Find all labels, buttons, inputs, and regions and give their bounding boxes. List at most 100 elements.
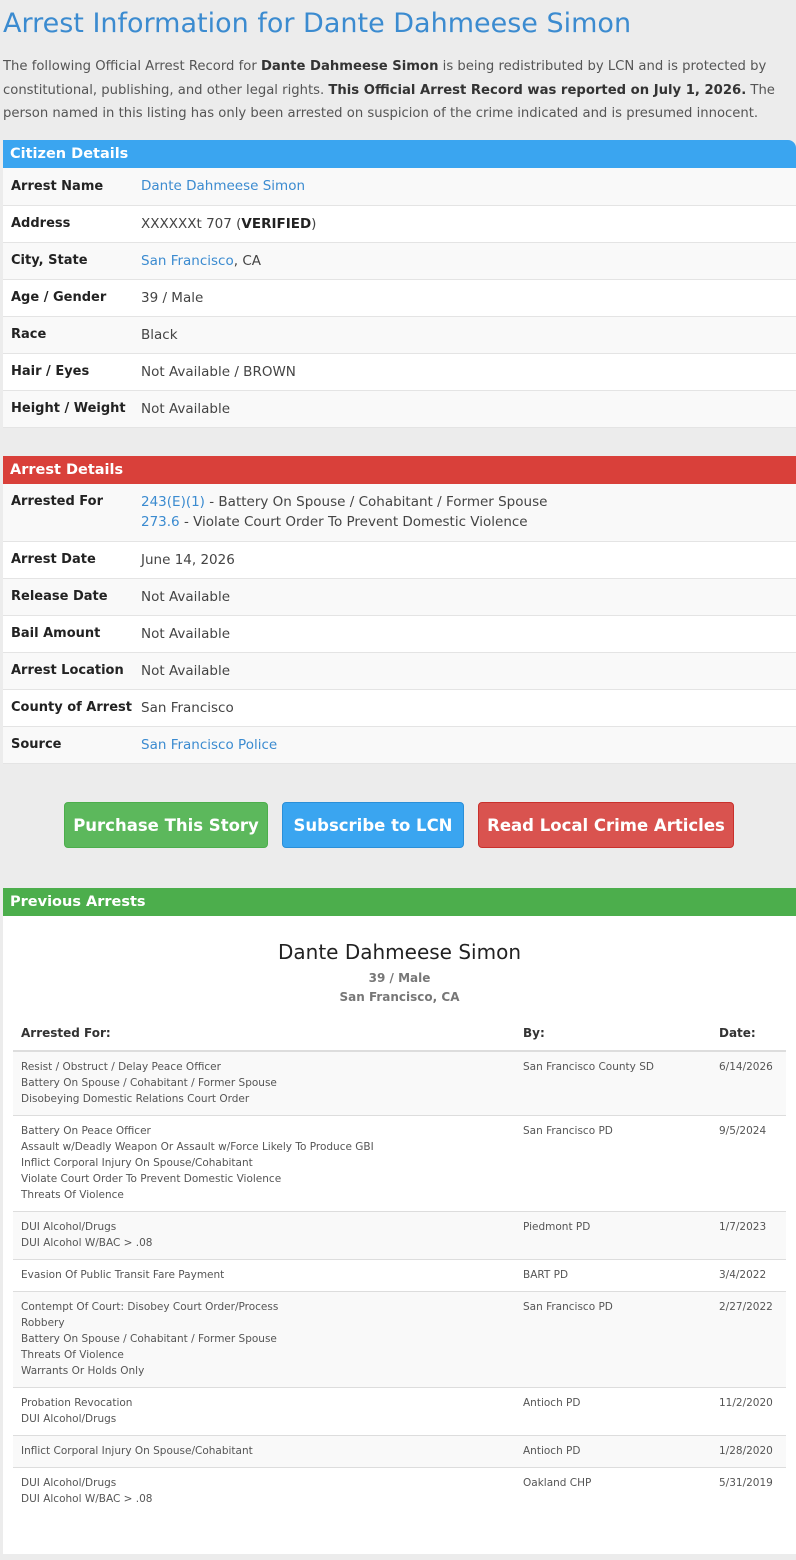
- intro-reported: This Official Arrest Record was reported…: [328, 82, 747, 98]
- detail-label: Release Date: [3, 578, 133, 616]
- detail-row: City, State San Francisco, CA: [3, 242, 796, 280]
- charge-item: Probation Revocation: [21, 1397, 133, 1409]
- detail-label: Arrest Name: [3, 168, 133, 206]
- page-title: Arrest Information for Dante Dahmeese Si…: [3, 8, 632, 39]
- charge-code-link[interactable]: 273.6: [141, 514, 180, 530]
- charge-item: DUI Alcohol/Drugs: [21, 1477, 117, 1489]
- column-header-date: Date:: [711, 1018, 786, 1052]
- detail-label: Race: [3, 316, 133, 354]
- arresting-agency-cell: Antioch PD: [515, 1387, 711, 1436]
- table-row: DUI Alcohol/Drugs DUI Alcohol W/BAC > .08…: [13, 1211, 786, 1260]
- arresting-agency-cell: San Francisco PD: [515, 1291, 711, 1388]
- table-row: Battery On Peace Officer Assault w/Deadly…: [13, 1115, 786, 1212]
- intro-name: Dante Dahmeese Simon: [260, 59, 439, 74]
- detail-label: County of Arrest: [3, 689, 133, 727]
- detail-row: Arrest Date June 14, 2026: [3, 541, 796, 579]
- arrested-for-value: 243(E)(1) - Battery On Spouse / Cohabita…: [133, 484, 796, 542]
- detail-label: Age / Gender: [3, 279, 133, 317]
- detail-label: City, State: [3, 242, 133, 280]
- arresting-agency-cell: Piedmont PD: [515, 1211, 711, 1260]
- arresting-agency-cell: BART PD: [515, 1259, 711, 1292]
- charge-item: Warrants Or Holds Only: [21, 1365, 145, 1377]
- charge-item: Violate Court Order To Prevent Domestic …: [21, 1173, 282, 1185]
- arrest-date-cell: 1/7/2023: [711, 1211, 786, 1260]
- arrest-location-value: Not Available: [133, 652, 796, 690]
- detail-label: Address: [3, 205, 133, 243]
- charge-item: Contempt Of Court: Disobey Court Order/P…: [21, 1301, 279, 1313]
- address-close: ): [311, 215, 317, 232]
- arrest-charges-cell: Resist / Obstruct / Delay Peace Officer B…: [13, 1051, 515, 1116]
- verified-badge: VERIFIED: [241, 215, 312, 232]
- arrest-date-value: June 14, 2026: [133, 541, 796, 579]
- charge-item: DUI Alcohol/Drugs: [21, 1413, 117, 1425]
- arrest-details-table: Arrested For 243(E)(1) - Battery On Spou…: [3, 484, 796, 764]
- detail-row: Race Black: [3, 316, 796, 354]
- age-gender-value: 39 / Male: [133, 279, 796, 317]
- charge-item: Disobeying Domestic Relations Court Orde…: [21, 1093, 250, 1105]
- arresting-agency-cell: Oakland CHP: [515, 1467, 711, 1515]
- arrest-date-cell: 6/14/2026: [711, 1051, 786, 1116]
- charge-item: Battery On Peace Officer: [21, 1125, 151, 1137]
- subscribe-button[interactable]: Subscribe to LCN: [282, 802, 464, 848]
- arrest-details-heading: Arrest Details: [3, 456, 796, 484]
- detail-row: Age / Gender 39 / Male: [3, 279, 796, 317]
- hair-eyes-value: Not Available / BROWN: [133, 353, 796, 391]
- read-articles-button[interactable]: Read Local Crime Articles: [478, 802, 734, 848]
- charge-item: Inflict Corporal Injury On Spouse/Cohabi…: [21, 1157, 253, 1169]
- arrest-date-cell: 11/2/2020: [711, 1387, 786, 1436]
- arrest-charges-cell: Evasion Of Public Transit Fare Payment: [13, 1259, 515, 1292]
- detail-row: Hair / Eyes Not Available / BROWN: [3, 353, 796, 391]
- previous-name: Dante Dahmeese Simon: [278, 940, 521, 964]
- source-link[interactable]: San Francisco Police: [141, 737, 277, 753]
- charge-code-link[interactable]: 243(E)(1): [141, 494, 205, 510]
- charge-item: DUI Alcohol W/BAC > .08: [21, 1493, 153, 1505]
- detail-row: Address XXXXXXt 707 (VERIFIED): [3, 205, 796, 243]
- previous-age-gender: 39 / Male: [368, 971, 431, 985]
- detail-label: Height / Weight: [3, 390, 133, 428]
- charge-item: Inflict Corporal Injury On Spouse/Cohabi…: [21, 1445, 253, 1457]
- table-header-row: Arrested For: By: Date:: [13, 1018, 786, 1052]
- detail-row: Bail Amount Not Available: [3, 615, 796, 653]
- arrest-name-link[interactable]: Dante Dahmeese Simon: [141, 178, 305, 194]
- charge-line: 273.6 - Violate Court Order To Prevent D…: [141, 512, 796, 532]
- arrest-date-cell: 9/5/2024: [711, 1115, 786, 1212]
- previous-city: San Francisco, CA: [339, 990, 460, 1004]
- arrest-charges-cell: DUI Alcohol/Drugs DUI Alcohol W/BAC > .08: [13, 1211, 515, 1260]
- detail-label: Arrest Location: [3, 652, 133, 690]
- detail-label: Arrest Date: [3, 541, 133, 579]
- previous-arrests-body: Resist / Obstruct / Delay Peace Officer B…: [13, 1051, 786, 1515]
- charge-item: Threats Of Violence: [21, 1189, 124, 1201]
- previous-arrests-panel: Dante Dahmeese Simon 39 / Male San Franc…: [3, 916, 796, 1554]
- table-row: DUI Alcohol/Drugs DUI Alcohol W/BAC > .08…: [13, 1467, 786, 1515]
- arrest-charges-cell: Probation Revocation DUI Alcohol/Drugs: [13, 1387, 515, 1436]
- city-link[interactable]: San Francisco: [141, 253, 234, 269]
- charge-item: Robbery: [21, 1317, 65, 1329]
- citizen-details-heading: Citizen Details: [3, 140, 796, 168]
- state-text: , CA: [233, 252, 261, 269]
- arrest-date-cell: 3/4/2022: [711, 1259, 786, 1292]
- bail-amount-value: Not Available: [133, 615, 796, 653]
- arrest-charges-cell: Contempt Of Court: Disobey Court Order/P…: [13, 1291, 515, 1388]
- detail-label: Source: [3, 726, 133, 764]
- previous-arrests-table: Arrested For: By: Date: Resist / Obstruc…: [13, 1018, 786, 1515]
- detail-row: Arrest Location Not Available: [3, 652, 796, 690]
- charge-item: Threats Of Violence: [21, 1349, 124, 1361]
- charge-item: Battery On Spouse / Cohabitant / Former …: [21, 1077, 277, 1089]
- charge-item: Resist / Obstruct / Delay Peace Officer: [21, 1061, 221, 1073]
- county-value: San Francisco: [133, 689, 796, 727]
- arrest-charges-cell: Battery On Peace Officer Assault w/Deadly…: [13, 1115, 515, 1212]
- arresting-agency-cell: Antioch PD: [515, 1435, 711, 1468]
- arrest-date-cell: 5/31/2019: [711, 1467, 786, 1515]
- intro-text-part: The following Official Arrest Record for: [3, 59, 261, 74]
- column-header-by: By:: [515, 1018, 711, 1052]
- purchase-story-button[interactable]: Purchase This Story: [64, 802, 268, 848]
- table-row: Inflict Corporal Injury On Spouse/Cohabi…: [13, 1435, 786, 1468]
- table-row: Resist / Obstruct / Delay Peace Officer B…: [13, 1051, 786, 1116]
- table-row: Probation Revocation DUI Alcohol/Drugs Ant…: [13, 1387, 786, 1436]
- citizen-details-table: Arrest Name Dante Dahmeese Simon Address…: [3, 168, 796, 428]
- arrest-charges-cell: DUI Alcohol/Drugs DUI Alcohol W/BAC > .08: [13, 1467, 515, 1515]
- table-row: Evasion Of Public Transit Fare Payment BA…: [13, 1259, 786, 1292]
- arrest-date-cell: 2/27/2022: [711, 1291, 786, 1388]
- charge-item: Assault w/Deadly Weapon Or Assault w/For…: [21, 1141, 374, 1153]
- arrest-date-cell: 1/28/2020: [711, 1435, 786, 1468]
